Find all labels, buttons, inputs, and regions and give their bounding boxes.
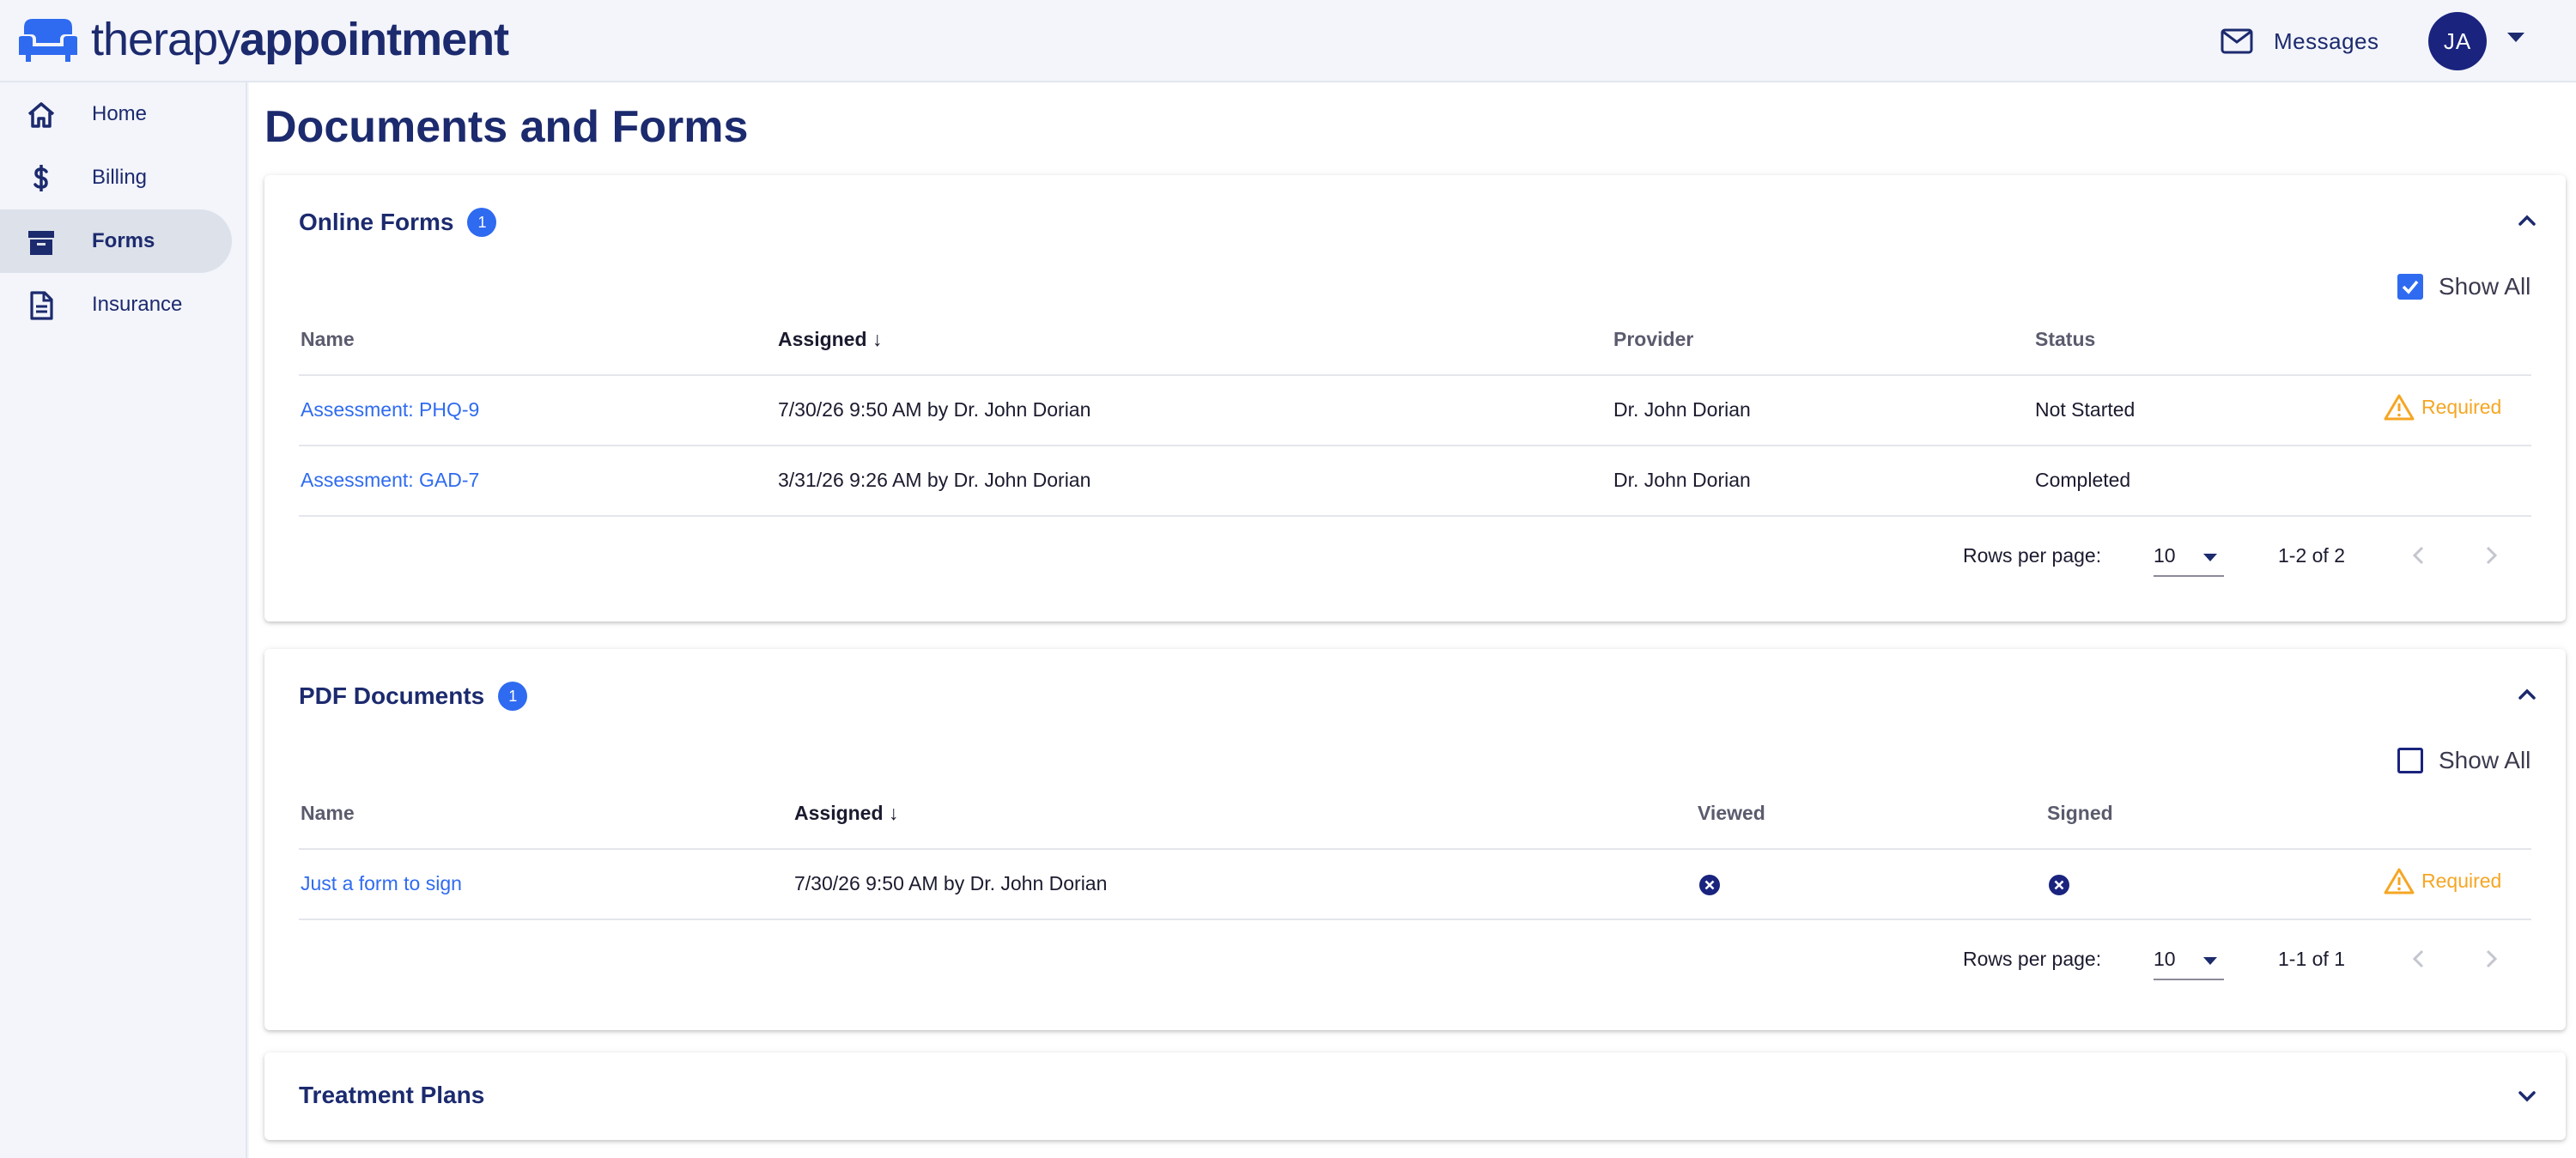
pdf-documents-header[interactable]: PDF Documents 1 <box>299 682 528 711</box>
online-forms-title: Online Forms <box>299 209 454 235</box>
required-flag: Required <box>2384 393 2501 421</box>
rows-per-page-select[interactable]: 10 <box>2154 943 2224 980</box>
chevron-up-icon[interactable] <box>2514 208 2540 233</box>
pdf-documents-count-badge: 1 <box>498 682 528 711</box>
sidebar-item-forms[interactable]: Forms <box>0 209 232 273</box>
sidebar-item-label: Insurance <box>92 293 183 316</box>
divider <box>299 515 2531 517</box>
logo[interactable]: therapyappointment <box>17 12 509 67</box>
column-header-status[interactable]: Status <box>2035 328 2095 351</box>
pagination-range: 1-2 of 2 <box>2278 544 2345 567</box>
online-forms-show-all-checkbox[interactable]: Show All <box>2397 273 2530 300</box>
divider <box>299 848 2531 850</box>
online-forms-count-badge: 1 <box>467 208 497 237</box>
dollar-icon <box>33 165 48 191</box>
column-header-signed[interactable]: Signed <box>2047 802 2113 825</box>
mail-icon <box>2221 28 2253 54</box>
divider <box>299 445 2531 446</box>
sidebar: Home Billing Forms Insurance <box>0 82 247 1158</box>
page-title: Documents and Forms <box>264 102 749 152</box>
column-header-name[interactable]: Name <box>301 802 355 825</box>
archive-box-icon <box>28 231 54 255</box>
column-header-assigned[interactable]: Assigned ↓ <box>778 328 882 351</box>
next-page-icon[interactable] <box>2480 544 2502 567</box>
chevron-up-icon[interactable] <box>2514 682 2540 707</box>
document-icon <box>30 291 53 320</box>
pdf-documents-show-all-checkbox[interactable]: Show All <box>2397 747 2530 774</box>
online-forms-header[interactable]: Online Forms 1 <box>299 208 497 237</box>
sidebar-item-home[interactable]: Home <box>0 82 232 146</box>
previous-page-icon[interactable] <box>2408 544 2430 567</box>
account-menu-caret-icon[interactable] <box>2507 33 2524 42</box>
form-link-gad7[interactable]: Assessment: GAD-7 <box>301 469 479 492</box>
rows-per-page-label: Rows per page: <box>1963 544 2102 567</box>
avatar[interactable]: JA <box>2428 12 2487 70</box>
divider <box>299 374 2531 376</box>
rows-per-page-select[interactable]: 10 <box>2154 539 2224 577</box>
chevron-down-icon[interactable] <box>2514 1083 2540 1109</box>
x-circle-icon <box>2049 875 2069 895</box>
sidebar-item-label: Forms <box>92 229 155 252</box>
sidebar-item-insurance[interactable]: Insurance <box>0 273 232 336</box>
column-header-name[interactable]: Name <box>301 328 355 351</box>
warning-icon <box>2384 394 2415 421</box>
assigned-cell: 3/31/26 9:26 AM by Dr. John Dorian <box>778 469 1091 491</box>
show-all-label: Show All <box>2439 273 2531 300</box>
column-header-provider[interactable]: Provider <box>1613 328 1693 351</box>
messages-button[interactable]: Messages <box>2221 22 2379 60</box>
couch-logo-icon <box>19 19 77 62</box>
next-page-icon[interactable] <box>2480 948 2502 970</box>
treatment-plans-title: Treatment Plans <box>299 1082 485 1108</box>
checkbox-checked-icon <box>2397 274 2423 300</box>
form-link-phq9[interactable]: Assessment: PHQ-9 <box>301 398 479 421</box>
treatment-plans-panel: Treatment Plans <box>264 1052 2566 1140</box>
online-forms-panel: Online Forms 1 Show All Name Assigned ↓ … <box>264 175 2566 621</box>
treatment-plans-header[interactable]: Treatment Plans <box>299 1082 484 1109</box>
assigned-cell: 7/30/26 9:50 AM by Dr. John Dorian <box>778 398 1091 421</box>
top-bar: therapyappointment Messages JA <box>0 0 2576 82</box>
home-icon <box>27 102 55 128</box>
assigned-cell: 7/30/26 9:50 AM by Dr. John Dorian <box>794 872 1108 894</box>
sidebar-item-label: Home <box>92 102 148 125</box>
status-cell: Completed <box>2035 469 2131 491</box>
status-cell: Not Started <box>2035 398 2136 421</box>
caret-down-icon <box>2203 554 2217 561</box>
caret-down-icon <box>2203 957 2217 965</box>
show-all-label: Show All <box>2439 747 2531 773</box>
sidebar-item-billing[interactable]: Billing <box>0 146 232 209</box>
x-circle-icon <box>1699 875 1720 895</box>
messages-label: Messages <box>2274 27 2379 54</box>
column-header-assigned[interactable]: Assigned ↓ <box>794 802 898 825</box>
column-header-viewed[interactable]: Viewed <box>1698 802 1765 825</box>
previous-page-icon[interactable] <box>2408 948 2430 970</box>
main-content: Documents and Forms Online Forms 1 Show … <box>249 82 2576 1158</box>
pdf-documents-title: PDF Documents <box>299 682 485 709</box>
required-flag: Required <box>2384 867 2501 894</box>
warning-icon <box>2384 868 2415 894</box>
pdf-documents-panel: PDF Documents 1 Show All Name Assigned ↓… <box>264 649 2566 1030</box>
provider-cell: Dr. John Dorian <box>1613 469 1751 491</box>
logo-wordmark: therapyappointment <box>91 14 509 65</box>
pagination-range: 1-1 of 1 <box>2278 948 2345 970</box>
checkbox-unchecked-icon <box>2397 748 2423 773</box>
divider <box>299 919 2531 920</box>
provider-cell: Dr. John Dorian <box>1613 398 1751 421</box>
sidebar-item-label: Billing <box>92 166 148 189</box>
rows-per-page-label: Rows per page: <box>1963 948 2102 970</box>
document-link[interactable]: Just a form to sign <box>301 872 462 895</box>
